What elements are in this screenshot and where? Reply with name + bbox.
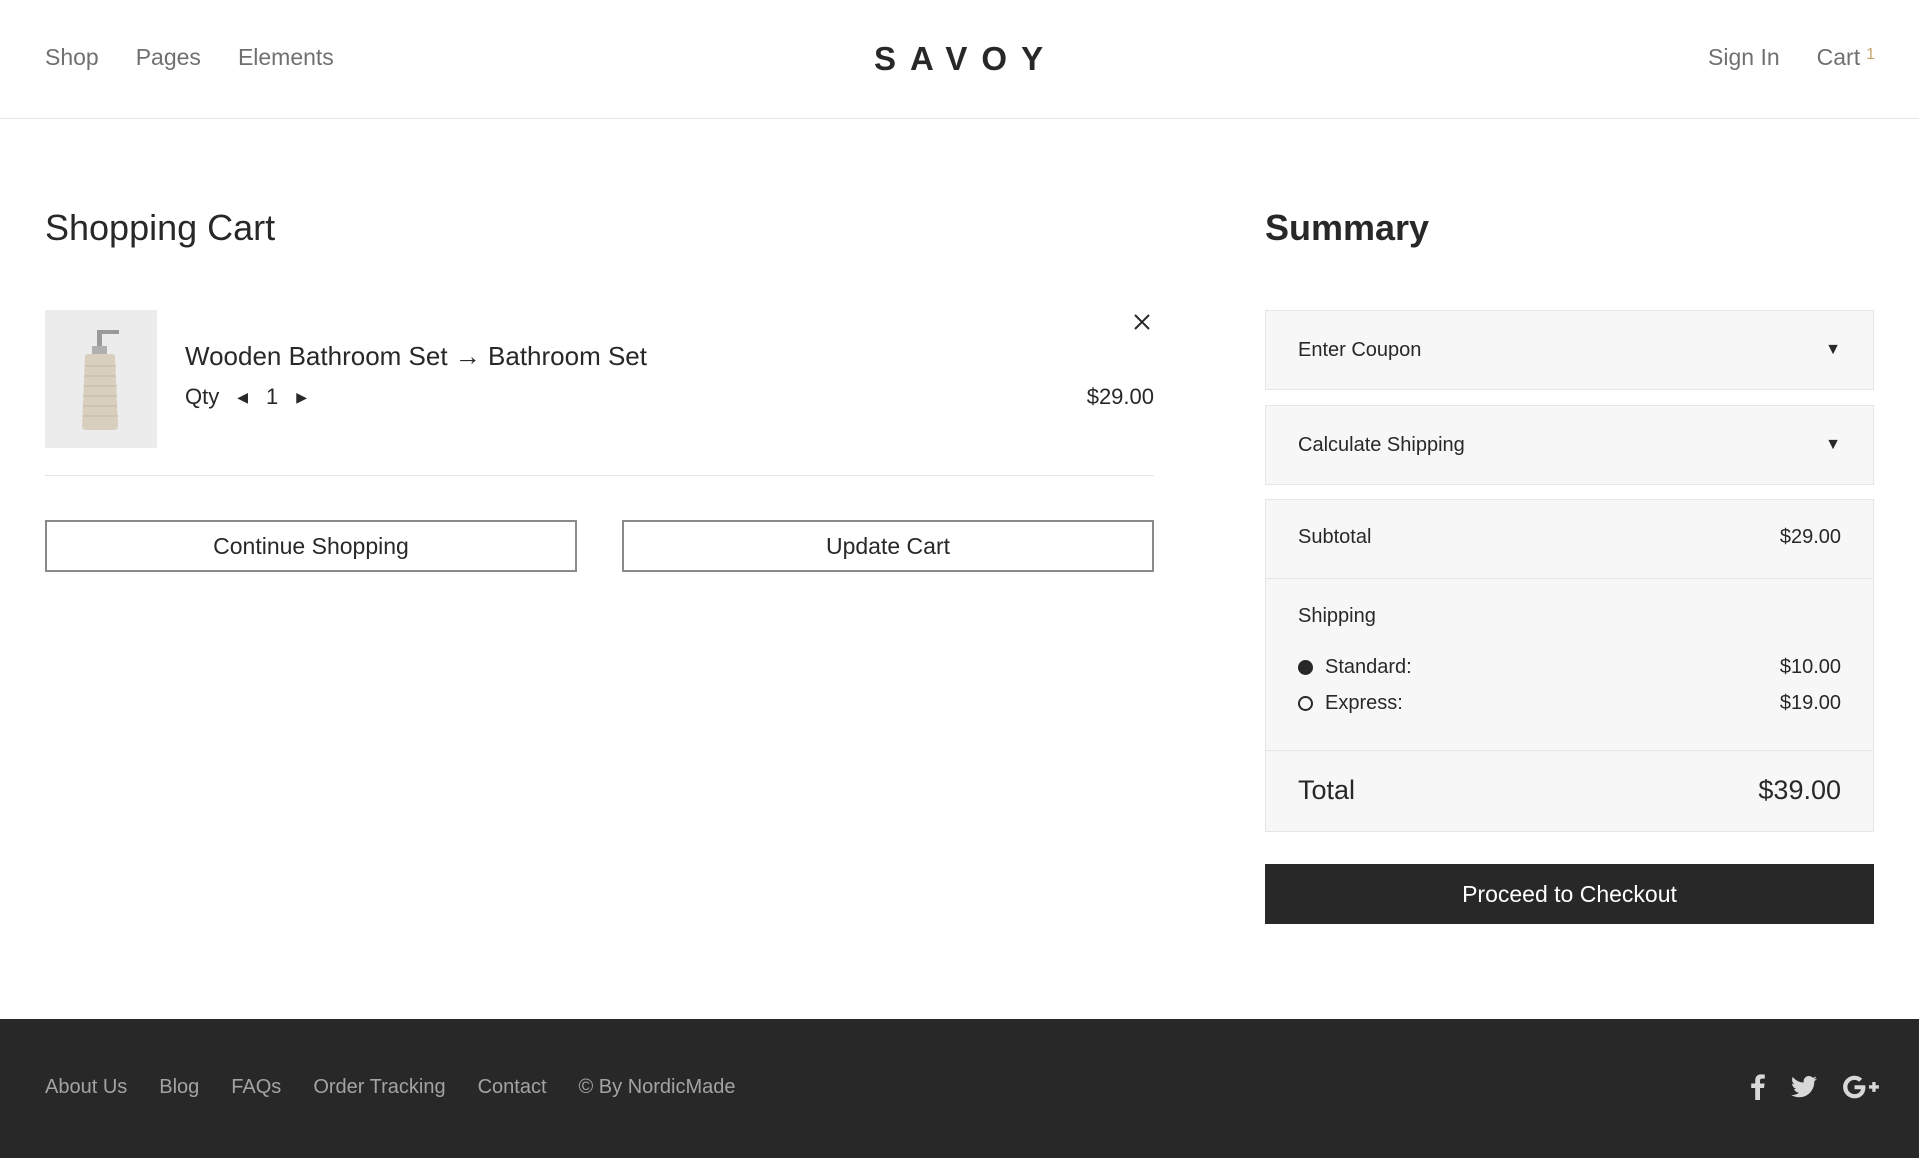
- nav-pages[interactable]: Pages: [136, 44, 201, 71]
- caret-down-icon: ▼: [1825, 341, 1841, 358]
- express-radio-label[interactable]: Express:: [1298, 692, 1403, 715]
- main-nav: Shop Pages Elements: [45, 44, 334, 71]
- footer-link-about[interactable]: About Us: [45, 1076, 127, 1099]
- subtotal-label: Subtotal: [1298, 526, 1372, 548]
- total-value: $39.00: [1758, 775, 1841, 805]
- shipping-option-label: Standard:: [1325, 656, 1412, 678]
- facebook-icon[interactable]: [1751, 1074, 1765, 1100]
- calculate-shipping-label: Calculate Shipping: [1298, 433, 1465, 456]
- radio-unselected-icon[interactable]: [1298, 696, 1313, 711]
- qty-label: Qty: [185, 384, 220, 409]
- standard-radio-label[interactable]: Standard:: [1298, 656, 1412, 679]
- product-name[interactable]: Wooden Bathroom Set → Bathroom Set: [185, 341, 647, 372]
- twitter-icon[interactable]: [1791, 1076, 1817, 1098]
- site-logo[interactable]: SAVOY: [874, 40, 1057, 78]
- remove-item-icon[interactable]: [1130, 310, 1154, 334]
- sign-in-link[interactable]: Sign In: [1708, 44, 1780, 71]
- coupon-accordion[interactable]: Enter Coupon ▼: [1265, 310, 1874, 390]
- qty-value[interactable]: 1: [266, 384, 278, 410]
- item-price: $29.00: [1086, 384, 1154, 409]
- copyright-text: © By NordicMade: [578, 1076, 736, 1098]
- subtotal-row: Subtotal $29.00: [1298, 526, 1841, 549]
- proceed-to-checkout-button[interactable]: Proceed to Checkout: [1265, 864, 1874, 924]
- cart-title: Shopping Cart: [45, 207, 276, 248]
- caret-down-icon: ▼: [1825, 436, 1841, 453]
- divider: [1266, 578, 1873, 579]
- divider: [45, 475, 1154, 476]
- footer-link-contact[interactable]: Contact: [478, 1076, 547, 1099]
- cart-label: Cart: [1816, 44, 1861, 70]
- shipping-option-label: Express:: [1325, 692, 1403, 714]
- social-links: [1751, 1074, 1879, 1100]
- cart-count-badge: 1: [1866, 46, 1875, 63]
- site-header: Shop Pages Elements SAVOY Sign In Cart 1: [0, 0, 1919, 119]
- subtotal-value: $29.00: [1779, 526, 1841, 548]
- quantity-control: Qty ◀ 1 ▶: [185, 384, 307, 410]
- shipping-option-price: $10.00: [1779, 656, 1841, 678]
- qty-increase-icon[interactable]: ▶: [296, 389, 307, 406]
- account-nav: Sign In Cart 1: [1708, 44, 1875, 71]
- nav-elements[interactable]: Elements: [238, 44, 334, 71]
- qty-decrease-icon[interactable]: ◀: [237, 389, 248, 406]
- shipping-option-price: $19.00: [1779, 692, 1841, 714]
- google-plus-icon[interactable]: [1843, 1075, 1879, 1099]
- summary-title: Summary: [1265, 207, 1430, 248]
- radio-selected-icon[interactable]: [1298, 660, 1313, 675]
- site-footer: About Us Blog FAQs Order Tracking Contac…: [0, 1019, 1919, 1158]
- update-cart-button[interactable]: Update Cart: [622, 520, 1154, 572]
- shipping-option-express: Express: $19.00: [1298, 692, 1841, 715]
- calculate-shipping-accordion[interactable]: Calculate Shipping ▼: [1265, 405, 1874, 485]
- soap-dispenser-image: [82, 330, 119, 430]
- footer-link-order-tracking[interactable]: Order Tracking: [313, 1076, 445, 1099]
- shipping-label: Shipping: [1298, 605, 1376, 627]
- footer-link-faqs[interactable]: FAQs: [231, 1076, 281, 1099]
- cart-link[interactable]: Cart 1: [1817, 44, 1875, 71]
- coupon-label: Enter Coupon: [1298, 338, 1422, 361]
- footer-link-blog[interactable]: Blog: [159, 1076, 199, 1099]
- total-row: Total $39.00: [1298, 775, 1841, 806]
- total-label: Total: [1298, 775, 1356, 805]
- continue-shopping-button[interactable]: Continue Shopping: [45, 520, 577, 572]
- shipping-option-standard: Standard: $10.00: [1298, 656, 1841, 679]
- footer-links: About Us Blog FAQs Order Tracking Contac…: [45, 1076, 736, 1099]
- order-totals: Subtotal $29.00 Shipping Standard: $10.0…: [1265, 499, 1874, 832]
- product-thumbnail[interactable]: [45, 310, 157, 448]
- divider: [1266, 750, 1873, 751]
- nav-shop[interactable]: Shop: [45, 44, 99, 71]
